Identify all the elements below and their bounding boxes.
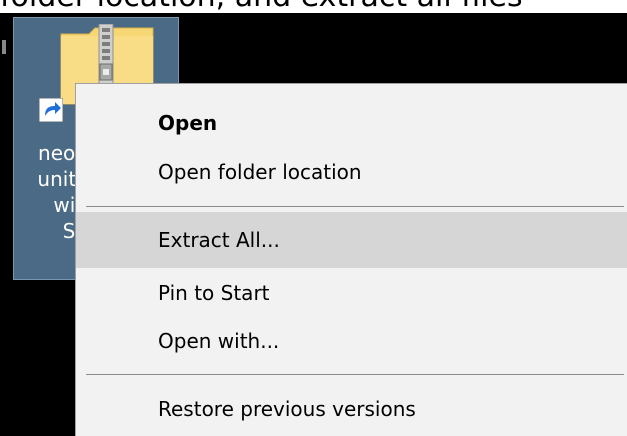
menu-separator	[86, 206, 624, 207]
left-edge-mark	[2, 40, 6, 54]
menu-item-label: Extract All...	[158, 228, 280, 252]
menu-item-label: Open	[158, 111, 218, 135]
desktop-screen: folder location, and extract all files n…	[0, 0, 627, 436]
menu-item-label: Open folder location	[158, 160, 362, 184]
context-menu: Open Open folder location Extract All...…	[75, 83, 627, 436]
menu-item-label: Open with...	[158, 329, 280, 353]
top-strip-text: folder location, and extract all files	[0, 0, 523, 12]
menu-item-open-with[interactable]: Open with...	[76, 313, 627, 369]
top-text-strip: folder location, and extract all files	[0, 0, 627, 13]
menu-item-label: Restore previous versions	[158, 397, 416, 421]
menu-item-extract-all[interactable]: Extract All...	[76, 212, 627, 268]
menu-separator	[86, 374, 624, 375]
shortcut-arrow-icon	[39, 98, 63, 122]
menu-item-open[interactable]: Open	[76, 95, 627, 151]
menu-item-restore-previous-versions[interactable]: Restore previous versions	[76, 381, 627, 436]
menu-item-open-folder-location[interactable]: Open folder location	[76, 144, 627, 200]
